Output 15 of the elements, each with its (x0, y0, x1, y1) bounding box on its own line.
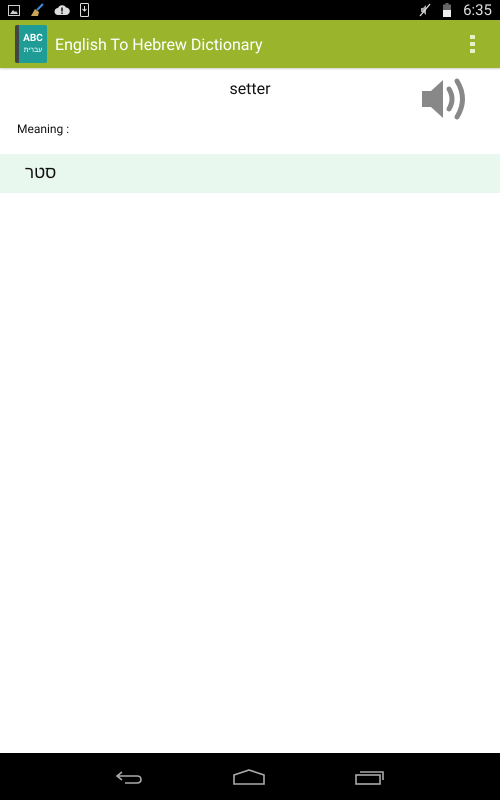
broom-icon (30, 3, 44, 17)
mute-icon (419, 3, 432, 17)
recent-apps-icon[interactable] (355, 768, 385, 784)
phone-download-icon (80, 3, 89, 17)
image-icon (8, 4, 20, 16)
cloud-alert-icon (54, 4, 70, 16)
status-time: 6:35 (463, 1, 492, 19)
meaning-label: Meaning : (17, 122, 70, 136)
home-icon[interactable] (233, 768, 265, 784)
app-title: English To Hebrew Dictionary (55, 34, 264, 54)
back-icon[interactable] (115, 770, 143, 784)
meaning-row: סטר (0, 154, 500, 193)
word-text: setter (229, 78, 271, 98)
speaker-icon[interactable] (421, 77, 467, 121)
battery-icon (443, 3, 452, 17)
